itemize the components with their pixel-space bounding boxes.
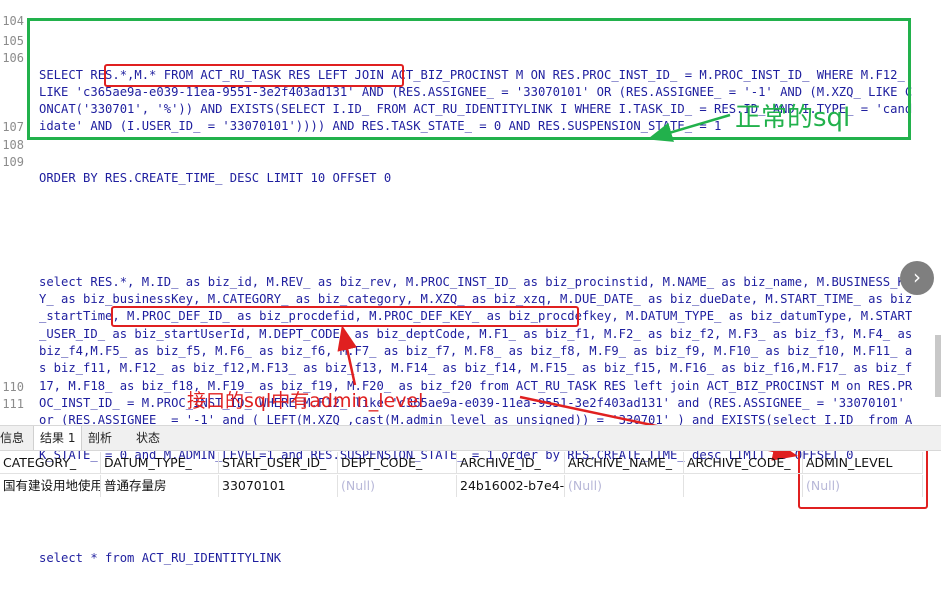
- chevron-right-icon[interactable]: ›: [900, 261, 934, 295]
- table-cell[interactable]: 国有建设用地使用: [0, 475, 101, 497]
- table-row[interactable]: 国有建设用地使用 普通存量房 33070101 (Null) 24b16002-…: [0, 475, 941, 497]
- table-cell[interactable]: 24b16002-b7e4-: [457, 475, 565, 497]
- table-cell[interactable]: 33070101: [219, 475, 338, 497]
- table-cell[interactable]: (Null): [338, 475, 457, 497]
- column-header[interactable]: ARCHIVE_NAME_: [565, 452, 684, 474]
- tab-status[interactable]: 状态: [130, 426, 166, 450]
- green-arrow: [647, 113, 731, 142]
- table-cell[interactable]: (Null): [565, 475, 684, 497]
- interface-sql-label: 接口的sql中有admin_level: [187, 390, 424, 412]
- column-header[interactable]: ARCHIVE_ID_: [457, 452, 565, 474]
- table-cell[interactable]: (Null): [803, 475, 923, 497]
- grid-header-row: CATEGORY_ DATUM_TYPE_ START_USER_ID_ DEP…: [0, 452, 941, 474]
- tab-result-1[interactable]: 结果 1: [33, 426, 83, 450]
- normal-sql-label: 正常的sql: [735, 103, 851, 133]
- column-header[interactable]: DEPT_CODE_: [338, 452, 457, 474]
- column-header[interactable]: CATEGORY_: [0, 452, 101, 474]
- tab-info[interactable]: 信息: [0, 426, 30, 450]
- column-header[interactable]: ADMIN_LEVEL: [803, 452, 923, 474]
- table-cell[interactable]: [684, 475, 803, 497]
- vertical-scrollbar[interactable]: [935, 335, 941, 397]
- result-tabs: 信息 结果 1 剖析 状态: [0, 425, 941, 451]
- sql-statement-identitylink[interactable]: select * from ACT_RU_IDENTITYLINK: [39, 550, 919, 567]
- tab-profile[interactable]: 剖析: [82, 426, 118, 450]
- column-header[interactable]: DATUM_TYPE_: [101, 452, 219, 474]
- table-cell[interactable]: 普通存量房: [101, 475, 219, 497]
- column-header[interactable]: ARCHIVE_CODE_: [684, 452, 803, 474]
- column-header[interactable]: START_USER_ID_: [219, 452, 338, 474]
- red-arrow-up: [337, 325, 358, 386]
